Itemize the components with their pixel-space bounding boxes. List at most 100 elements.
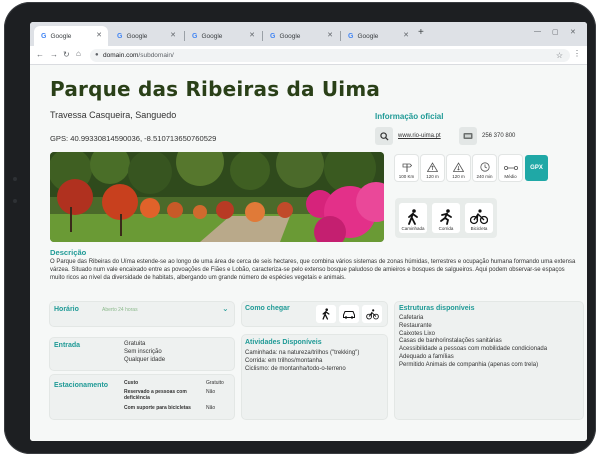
forward-icon[interactable]: → bbox=[50, 50, 58, 59]
close-icon[interactable]: ✕ bbox=[170, 31, 176, 39]
maximize-icon[interactable]: ▢ bbox=[552, 28, 559, 36]
entry-item: Qualquer idade bbox=[124, 356, 166, 363]
bicycle-icon bbox=[365, 308, 379, 319]
google-icon: G bbox=[348, 32, 354, 40]
route-icon bbox=[503, 166, 518, 171]
walking-icon bbox=[408, 209, 418, 225]
reload-icon[interactable]: ↻ bbox=[63, 50, 70, 59]
tab-label: Google bbox=[279, 32, 301, 40]
directions-walk-button[interactable] bbox=[316, 305, 336, 323]
walking-icon bbox=[322, 308, 330, 320]
google-icon: G bbox=[41, 32, 47, 40]
facility-item: Caixotes Lixo bbox=[399, 330, 436, 337]
running-icon bbox=[440, 209, 452, 225]
stat-label: Médio bbox=[504, 174, 517, 179]
minimize-icon[interactable]: — bbox=[534, 28, 541, 35]
tab-4[interactable]: G Google ✕ bbox=[263, 26, 339, 46]
mountain-up-icon bbox=[427, 162, 438, 172]
tab-3[interactable]: G Google ✕ bbox=[185, 26, 261, 46]
activity-item: Corrida: em trilhos/montanha bbox=[245, 357, 323, 364]
url-field[interactable]: ● domain.com/subdomain/ ☆ bbox=[90, 49, 570, 62]
tab-label: Google bbox=[357, 32, 379, 40]
phone-row: 256 370 800 bbox=[459, 127, 515, 145]
bookmark-star-icon[interactable]: ☆ bbox=[556, 49, 563, 62]
parking-label: Com suporte para bicicletas bbox=[124, 405, 191, 411]
browser-window: G Google ✕ G Google ✕ G Google ✕ G Googl… bbox=[30, 22, 587, 441]
directions-bike-button[interactable] bbox=[362, 305, 382, 323]
bicycle-icon bbox=[470, 209, 488, 225]
tab-5[interactable]: G Google ✕ bbox=[341, 26, 415, 46]
close-icon[interactable]: ✕ bbox=[403, 31, 409, 39]
mode-label: Corrida bbox=[438, 226, 454, 231]
more-menu-icon[interactable]: ⋮ bbox=[573, 49, 581, 58]
activity-item: Ciclismo: de montanha/todo-o-terreno bbox=[245, 365, 346, 372]
facilities-heading: Estruturas disponíveis bbox=[399, 305, 475, 312]
google-icon: G bbox=[117, 32, 123, 40]
entry-item: Sem inscrição bbox=[124, 348, 162, 355]
phone-number[interactable]: 256 370 800 bbox=[482, 133, 515, 139]
url-domain: domain.com bbox=[103, 52, 139, 59]
new-tab-button[interactable]: + bbox=[418, 27, 424, 38]
entry-list: Gratuita Sem inscrição Qualquer idade bbox=[124, 341, 165, 364]
facility-item: Cafetaria bbox=[399, 315, 424, 321]
mode-label: Caminhada bbox=[401, 226, 425, 231]
parking-value: Gratuito bbox=[206, 380, 224, 386]
stat-ascent: 120 m bbox=[421, 155, 444, 181]
parking-heading: Estacionamento bbox=[54, 382, 109, 389]
google-icon: G bbox=[270, 32, 276, 40]
tab-bar: G Google ✕ G Google ✕ G Google ✕ G Googl… bbox=[30, 22, 587, 46]
stat-label: 120 m bbox=[452, 174, 465, 179]
description-text: O Parque das Ribeiras do Uíma estende-se… bbox=[50, 259, 576, 282]
tab-2[interactable]: G Google ✕ bbox=[110, 26, 182, 46]
sign-icon bbox=[402, 163, 412, 172]
mode-running[interactable]: Corrida bbox=[432, 203, 460, 233]
mode-cycling[interactable]: Bicicleta bbox=[465, 203, 493, 233]
directions-car-button[interactable] bbox=[339, 305, 359, 323]
clock-icon bbox=[479, 162, 490, 172]
activities-card: Atividades Disponíveis Caminhada: na nat… bbox=[242, 335, 387, 419]
stat-label: 240 min bbox=[476, 174, 493, 179]
url-path: /subdomain/ bbox=[138, 52, 174, 59]
close-icon[interactable]: ✕ bbox=[96, 31, 102, 39]
website-link[interactable]: www.rio-uima.pt bbox=[398, 133, 441, 139]
facility-item: Acessibilidade a pessoas com mobilidade … bbox=[399, 346, 548, 353]
park-address: Travessa Casqueira, Sanguedo bbox=[50, 110, 177, 120]
facility-item: Restaurante bbox=[399, 322, 432, 329]
close-icon[interactable]: ✕ bbox=[327, 31, 333, 39]
schedule-status: Aberto 24 horas bbox=[102, 307, 138, 313]
description-heading: Descrição bbox=[50, 248, 87, 257]
route-stats: 100 Km 120 m 120 m 240 min Médio GPX bbox=[395, 155, 548, 181]
tab-label: Google bbox=[126, 32, 148, 40]
facility-item: Adequado a famílias bbox=[399, 353, 454, 360]
facility-item: Casas de banho/instalações sanitárias bbox=[399, 338, 502, 345]
tablet-frame: G Google ✕ G Google ✕ G Google ✕ G Googl… bbox=[4, 2, 596, 454]
phone-icon bbox=[459, 127, 477, 145]
stat-distance: 100 Km bbox=[395, 155, 418, 181]
gps-coordinates: GPS: 40.99330814590036, -8.5107136507605… bbox=[50, 134, 217, 143]
facility-item: Permitido Animais de companhia (apenas c… bbox=[399, 361, 539, 368]
official-info-heading: Informação oficial bbox=[375, 112, 444, 121]
sensor-dot bbox=[13, 199, 17, 203]
park-photo bbox=[50, 152, 384, 242]
chevron-down-icon[interactable]: ⌄ bbox=[222, 305, 229, 313]
parking-card: Estacionamento Custo Gratuito Reservado … bbox=[50, 375, 234, 419]
parking-value: Não bbox=[206, 405, 216, 411]
window-close-icon[interactable]: ✕ bbox=[570, 28, 576, 36]
schedule-card[interactable]: Horário Aberto 24 horas ⌄ bbox=[50, 302, 234, 326]
entry-item: Gratuita bbox=[124, 341, 146, 347]
tab-1[interactable]: G Google ✕ bbox=[34, 26, 108, 46]
stat-label: 120 m bbox=[426, 174, 439, 179]
close-icon[interactable]: ✕ bbox=[249, 31, 255, 39]
directions-heading: Como chegar bbox=[245, 305, 290, 312]
activities-list: Caminhada: na natureza/trilhos ("trekkin… bbox=[245, 350, 385, 373]
gpx-download-button[interactable]: GPX bbox=[525, 155, 548, 181]
home-icon[interactable]: ⌂ bbox=[76, 49, 81, 58]
activities-heading: Atividades Disponíveis bbox=[245, 339, 322, 346]
stat-duration: 240 min bbox=[473, 155, 496, 181]
mode-walking[interactable]: Caminhada bbox=[399, 203, 427, 233]
search-icon bbox=[375, 127, 393, 145]
page-title: Parque das Ribeiras da Uima bbox=[50, 77, 381, 101]
back-icon[interactable]: ← bbox=[36, 50, 44, 59]
address-bar: ← → ↻ ⌂ ● domain.com/subdomain/ ☆ ⋮ bbox=[30, 46, 587, 65]
stat-descent: 120 m bbox=[447, 155, 470, 181]
